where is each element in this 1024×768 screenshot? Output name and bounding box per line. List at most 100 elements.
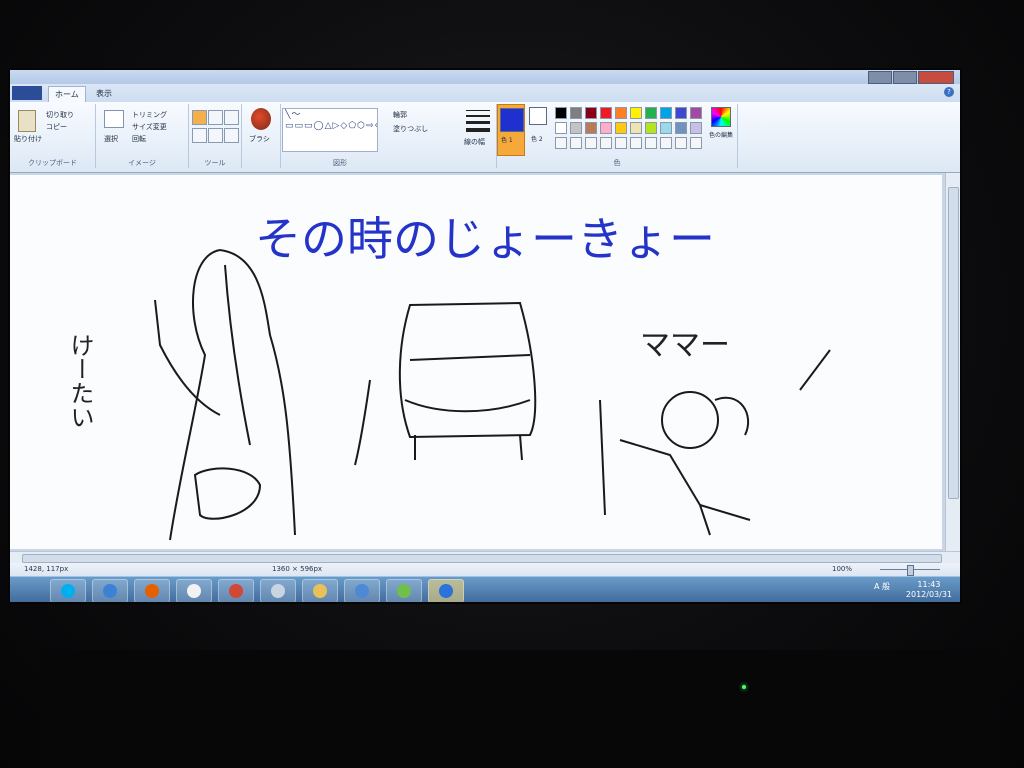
palette-swatch[interactable]: [690, 107, 702, 119]
text-icon[interactable]: [224, 110, 239, 125]
horizontal-scroll-thumb[interactable]: [22, 554, 942, 563]
palette-swatch[interactable]: [660, 122, 672, 134]
palette-swatch[interactable]: [570, 122, 582, 134]
image-group: 選択 トリミング サイズ変更 回転 イメージ: [96, 104, 189, 168]
shapes-group: ╲〜▭▭▭◯△▷◇⬠⬡⇨⇦⇧⇩✦☆✶▭▭♡⚡ 輪郭 塗りつぶし 図形: [281, 104, 459, 168]
power-led: [742, 685, 746, 689]
palette-swatch[interactable]: [600, 107, 612, 119]
palette-swatch[interactable]: [675, 122, 687, 134]
palette-swatch[interactable]: [645, 122, 657, 134]
tools-label: ツール: [204, 159, 226, 167]
palette-swatch[interactable]: [630, 122, 642, 134]
cursor-position: 1428, 117px: [24, 565, 69, 573]
help-icon[interactable]: ?: [944, 87, 954, 97]
taskbar-app[interactable]: [302, 579, 338, 602]
custom-swatch[interactable]: [660, 137, 672, 149]
palette-swatch[interactable]: [645, 107, 657, 119]
globe-icon: [397, 584, 411, 598]
copy-button[interactable]: コピー: [46, 122, 67, 132]
palette-swatch[interactable]: [600, 122, 612, 134]
tab-view[interactable]: 表示: [90, 86, 118, 102]
custom-swatch[interactable]: [675, 137, 687, 149]
close-button[interactable]: [918, 71, 954, 84]
shapes-label: 図形: [333, 159, 347, 167]
color2-label: 色 2: [531, 136, 543, 143]
chrome-icon: [229, 584, 243, 598]
palette-swatch[interactable]: [585, 107, 597, 119]
taskbar-app[interactable]: [134, 579, 170, 602]
palette-swatch[interactable]: [585, 122, 597, 134]
image-label: イメージ: [128, 159, 156, 167]
edit-colors-button[interactable]: 色の編集: [709, 130, 733, 139]
palette-swatch[interactable]: [690, 122, 702, 134]
paint-icon: [187, 584, 201, 598]
window-controls: [868, 71, 954, 84]
paste-icon: [18, 110, 36, 132]
outline-button[interactable]: 輪郭: [393, 110, 407, 120]
rotate-button[interactable]: 回転: [132, 134, 146, 144]
taskbar-app[interactable]: [218, 579, 254, 602]
clipboard-group: 貼り付け 切り取り コピー クリップボード: [10, 104, 96, 168]
woman-figure: [154, 249, 296, 541]
clock[interactable]: 11:43 2012/03/31: [906, 580, 952, 600]
color2-swatch[interactable]: [529, 107, 547, 125]
custom-swatch[interactable]: [645, 137, 657, 149]
custom-swatch[interactable]: [570, 137, 582, 149]
color1-selector[interactable]: 色 1: [497, 104, 525, 156]
brush-group[interactable]: ブラシ: [242, 104, 281, 168]
eraser-icon[interactable]: [192, 128, 207, 143]
paste-button[interactable]: 貼り付け: [14, 134, 42, 144]
fill-icon[interactable]: [208, 110, 223, 125]
shapes-gallery[interactable]: ╲〜▭▭▭◯△▷◇⬠⬡⇨⇦⇧⇩✦☆✶▭▭♡⚡: [282, 108, 378, 152]
taskbar-app[interactable]: [428, 579, 464, 602]
minimize-button[interactable]: [868, 71, 892, 84]
custom-swatch[interactable]: [585, 137, 597, 149]
taskbar-app[interactable]: [344, 579, 380, 602]
palette-swatch[interactable]: [615, 107, 627, 119]
size-group[interactable]: 線の幅: [460, 104, 497, 168]
system-tray[interactable]: A 般: [874, 581, 890, 597]
color-picker-icon[interactable]: [208, 128, 223, 143]
palette-swatch[interactable]: [660, 107, 672, 119]
left-note: けーたい: [66, 333, 94, 429]
custom-swatch[interactable]: [555, 137, 567, 149]
taskbar-app[interactable]: [386, 579, 422, 602]
zoom-level: 100%: [832, 565, 853, 573]
palette-swatch[interactable]: [555, 107, 567, 119]
clock-time: 11:43: [917, 580, 941, 589]
crop-button[interactable]: トリミング: [132, 110, 167, 120]
vertical-scrollbar[interactable]: [945, 173, 960, 551]
palette-swatch[interactable]: [615, 122, 627, 134]
maximize-button[interactable]: [893, 71, 917, 84]
color1-swatch: [500, 108, 524, 132]
image-size: 1360 × 596px: [272, 565, 323, 573]
edit-colors-icon[interactable]: [711, 107, 731, 127]
palette-swatch[interactable]: [570, 107, 582, 119]
itunes-icon: [103, 584, 117, 598]
resize-button[interactable]: サイズ変更: [132, 122, 167, 132]
taskbar-app[interactable]: [176, 579, 212, 602]
custom-swatch[interactable]: [600, 137, 612, 149]
taskbar-app[interactable]: [92, 579, 128, 602]
custom-swatch[interactable]: [690, 137, 702, 149]
ribbon: 貼り付け 切り取り コピー クリップボード 選択 トリミング サイズ変更 回転 …: [10, 102, 960, 173]
fill-button[interactable]: 塗りつぶし: [393, 124, 428, 134]
vertical-scroll-thumb[interactable]: [948, 187, 959, 499]
select-button[interactable]: 選択: [104, 134, 118, 144]
taskbar-app[interactable]: [50, 579, 86, 602]
palette-swatch[interactable]: [675, 107, 687, 119]
sketch-drawing: その時のじょーきょー けーたい ママー: [66, 212, 831, 541]
drawing-canvas[interactable]: その時のじょーきょー けーたい ママー: [10, 175, 942, 549]
cut-button[interactable]: 切り取り: [46, 110, 74, 120]
paint-menu-button[interactable]: [12, 86, 42, 100]
magnifier-icon[interactable]: [224, 128, 239, 143]
pencil-icon[interactable]: [192, 110, 207, 125]
zoom-slider-knob[interactable]: [907, 565, 914, 576]
custom-swatch[interactable]: [630, 137, 642, 149]
taskbar-app[interactable]: [260, 579, 296, 602]
disc-icon: [271, 584, 285, 598]
palette-swatch[interactable]: [555, 122, 567, 134]
tab-home[interactable]: ホーム: [48, 86, 86, 103]
custom-swatch[interactable]: [615, 137, 627, 149]
palette-swatch[interactable]: [630, 107, 642, 119]
